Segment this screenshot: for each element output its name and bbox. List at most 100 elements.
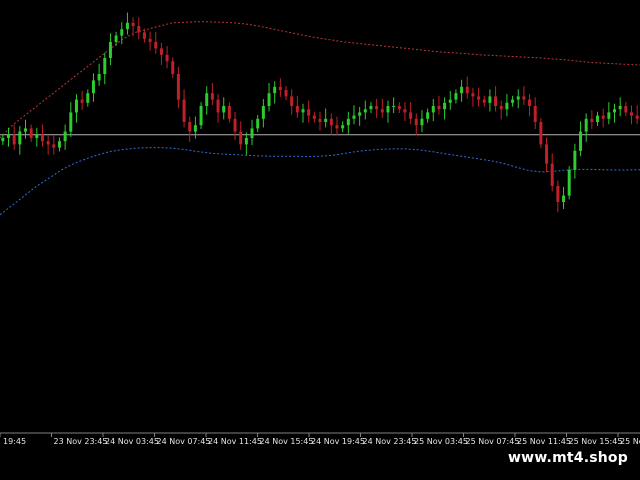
candle-body <box>193 125 197 132</box>
candle-body <box>86 93 90 103</box>
candle-body <box>477 96 481 100</box>
candle-body <box>414 118 418 126</box>
x-tick-label: 24 Nov 11:45 <box>208 437 262 446</box>
candle-body <box>222 106 226 113</box>
candle-body <box>511 99 515 103</box>
candle-body <box>420 118 424 126</box>
candle-body <box>562 195 566 202</box>
chart-background <box>0 0 640 480</box>
candle-body <box>312 115 316 119</box>
candle-body <box>369 106 373 110</box>
candle-body <box>386 106 390 113</box>
x-tick-label: 24 Nov 19:45 <box>311 437 365 446</box>
candle-body <box>284 90 288 97</box>
candle-body <box>23 128 27 132</box>
candle-body <box>114 35 118 42</box>
candle-body <box>148 38 152 42</box>
candle-body <box>273 86 277 94</box>
candle-body <box>545 144 549 164</box>
candle-body <box>341 125 345 129</box>
candle-body <box>460 86 464 94</box>
candle-body <box>52 144 56 148</box>
x-tick-label: 23 Nov 23:45 <box>54 437 108 446</box>
x-tick-label: 25 Nov 03:45 <box>414 437 468 446</box>
candle-body <box>443 102 447 110</box>
candle-body <box>210 93 214 100</box>
candle-body <box>516 96 520 100</box>
candle-body <box>125 22 129 30</box>
candle-body <box>307 109 311 116</box>
candle-body <box>324 118 328 122</box>
candle-body <box>482 99 486 103</box>
candle-body <box>437 106 441 110</box>
candle-body <box>69 112 73 132</box>
candle-body <box>448 99 452 103</box>
candle-body <box>505 102 509 110</box>
candle-body <box>465 86 469 94</box>
candle-body <box>590 118 594 122</box>
candle-body <box>250 128 254 138</box>
candle-body <box>380 109 384 113</box>
candle-body <box>329 118 333 126</box>
candle-body <box>618 106 622 110</box>
candle-body <box>57 141 61 148</box>
candle-body <box>108 42 112 58</box>
watermark-logo: www.mt4.shop <box>496 445 640 471</box>
x-tick-label: 24 Nov 03:45 <box>105 437 159 446</box>
candle-body <box>159 48 163 55</box>
candle-body <box>244 138 248 145</box>
candle-body <box>35 134 39 138</box>
candle-body <box>188 122 192 132</box>
candle-body <box>1 138 5 142</box>
candle-body <box>6 134 10 138</box>
candle-body <box>182 99 186 122</box>
candle-body <box>18 131 22 145</box>
x-tick-label: 24 Nov 15:45 <box>260 437 314 446</box>
candle-body <box>431 106 435 113</box>
candle-body <box>635 115 639 119</box>
candle-body <box>613 109 617 113</box>
candle-body <box>120 29 124 36</box>
candle-body <box>176 74 180 100</box>
candle-body <box>624 106 628 113</box>
candle-body <box>358 112 362 116</box>
candle-body <box>550 163 554 186</box>
candle-body <box>528 99 532 106</box>
candle-body <box>454 93 458 100</box>
candle-body <box>533 106 537 122</box>
candle-body <box>227 106 231 119</box>
candle-body <box>97 74 101 81</box>
candle-body <box>499 106 503 110</box>
candle-body <box>409 112 413 119</box>
candle-body <box>80 99 84 103</box>
candle-body <box>579 131 583 151</box>
candle-body <box>165 54 169 62</box>
candle-body <box>137 26 141 33</box>
candle-body <box>40 134 44 142</box>
candle-body <box>12 134 16 145</box>
candle-body <box>290 96 294 106</box>
candle-body <box>142 32 146 39</box>
candle-body <box>567 170 571 196</box>
candle-body <box>239 131 243 145</box>
candle-body <box>74 99 78 113</box>
candle-body <box>103 58 107 74</box>
candle-body <box>596 115 600 122</box>
candle-body <box>29 128 33 138</box>
candle-body <box>375 106 379 110</box>
candle-body <box>335 125 339 129</box>
candle-body <box>522 96 526 100</box>
candle-body <box>171 61 175 74</box>
candle-body <box>63 131 67 142</box>
candle-body <box>233 118 237 132</box>
candle-body <box>216 99 220 113</box>
candle-body <box>556 186 560 202</box>
x-tick-label: 19:45 <box>3 437 26 446</box>
candle-body <box>607 112 611 119</box>
price-chart: 19:45 23 Nov 23:4524 Nov 03:4524 Nov 07:4… <box>0 0 640 480</box>
candle-body <box>131 22 135 26</box>
candle-body <box>318 118 322 122</box>
candle-body <box>295 106 299 113</box>
candle-body <box>471 93 475 97</box>
candle-body <box>256 118 260 129</box>
